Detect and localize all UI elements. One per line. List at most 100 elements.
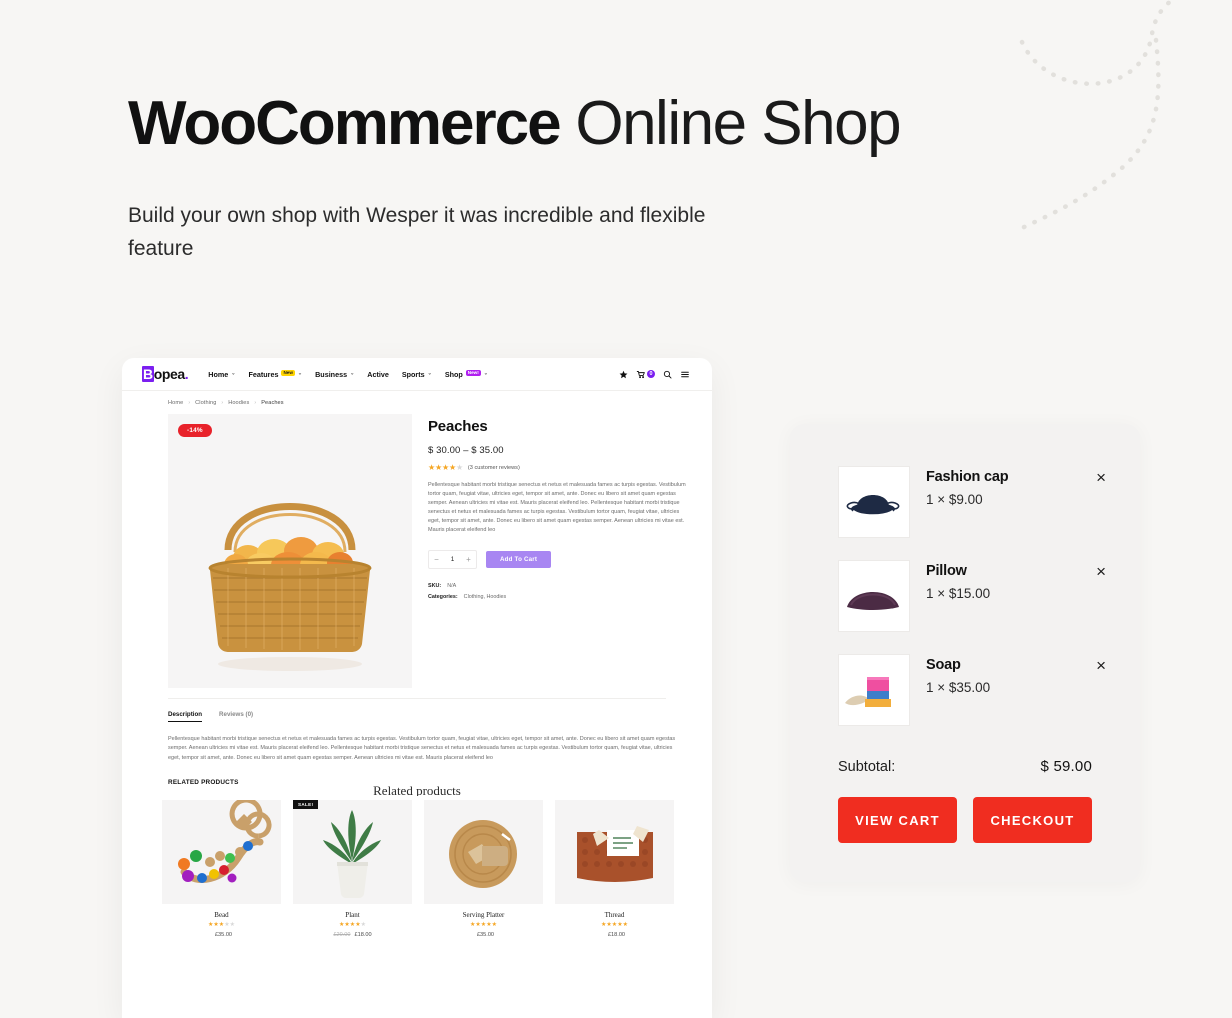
nav-badge-hot: New!: [465, 369, 481, 377]
hamburger-menu-icon[interactable]: [680, 370, 690, 379]
cart-item: Soap 1 × $35.00 ×: [838, 654, 1106, 726]
breadcrumb-separator: ›: [221, 400, 224, 406]
star-icon[interactable]: [619, 370, 628, 379]
shop-page-mockup: Bopea. Home ⌄ Features New ⌄ Business ⌄ …: [122, 358, 712, 1018]
cart-action-buttons: VIEW CART CHECKOUT: [790, 775, 1140, 843]
nav-item-business[interactable]: Business ⌄: [315, 370, 354, 379]
dotted-swoosh-decoration: [1019, 0, 1232, 230]
related-product-thumb[interactable]: [162, 800, 281, 905]
remove-item-icon[interactable]: ×: [1096, 466, 1106, 486]
related-product-rating: ★★★★★: [601, 922, 628, 929]
quantity-increase-button[interactable]: +: [461, 552, 476, 567]
cart-item-name[interactable]: Pillow: [926, 563, 1080, 579]
remove-item-icon[interactable]: ×: [1096, 560, 1106, 580]
logo-dot: .: [184, 366, 189, 382]
nav-item-active[interactable]: Active: [367, 370, 389, 379]
related-product-rating: ★★★★★: [208, 922, 235, 929]
mini-cart-panel: Fashion cap 1 × $9.00 × Pillow 1 × $15.0…: [790, 424, 1140, 882]
quantity-stepper[interactable]: − 1 +: [428, 550, 477, 570]
breadcrumb-separator: ›: [254, 400, 257, 406]
serving-platter-image: [449, 820, 517, 889]
site-logo[interactable]: Bopea.: [142, 366, 189, 382]
nav-label: Shop: [444, 369, 463, 379]
nav-item-features[interactable]: Features New ⌄: [248, 370, 302, 379]
cart-item-body: Pillow 1 × $15.00: [926, 560, 1080, 601]
hero-section: WooCommerce Online Shop Build your own s…: [128, 92, 988, 266]
cart-icon-wrap[interactable]: 0: [636, 370, 655, 379]
breadcrumb-item-home[interactable]: Home: [168, 400, 183, 406]
nav-links: Home ⌄ Features New ⌄ Business ⌄ Active …: [208, 370, 619, 379]
page-title: WooCommerce Online Shop: [128, 92, 988, 155]
quantity-value[interactable]: 1: [444, 556, 461, 563]
nav-item-sports[interactable]: Sports ⌄: [402, 370, 432, 379]
nav-item-home[interactable]: Home ⌄: [208, 370, 235, 379]
related-product-price: £18.00: [555, 932, 674, 938]
tab-description[interactable]: Description: [168, 711, 203, 722]
related-product-name: Plant: [345, 911, 360, 920]
subtotal-label: Subtotal:: [838, 759, 896, 775]
add-to-cart-button[interactable]: Add To Cart: [486, 551, 552, 569]
reviews-count-note[interactable]: (3 customer reviews): [468, 465, 520, 471]
page-title-light: Online Shop: [559, 89, 901, 158]
related-product-thumb[interactable]: [424, 800, 543, 905]
cart-item-thumb[interactable]: [838, 560, 910, 632]
cart-item: Fashion cap 1 × $9.00 ×: [838, 466, 1106, 538]
page-title-strong: WooCommerce: [128, 89, 562, 158]
related-product-rating: ★★★★★: [339, 922, 366, 929]
cart-icon: [636, 370, 645, 378]
related-product-card[interactable]: Bead ★★★★★ £35.00: [162, 800, 281, 938]
cart-item-quantity-price: 1 × $9.00: [926, 492, 983, 507]
related-product-thumb[interactable]: SALE!: [293, 800, 412, 905]
thread-blanket-image: [577, 826, 653, 883]
cart-item-body: Fashion cap 1 × $9.00: [926, 466, 1080, 507]
categories-label: Categories:: [428, 594, 458, 601]
search-icon[interactable]: [663, 370, 672, 379]
related-product-price: £20.00 £18.00: [293, 932, 412, 938]
chevron-down-icon: ⌄: [483, 370, 488, 377]
nav-item-shop[interactable]: Shop New! ⌄: [445, 370, 488, 379]
rating-stars: ★★★★★: [428, 463, 463, 472]
chevron-down-icon: ⌄: [427, 370, 432, 377]
related-product-current-price: £18.00: [354, 932, 372, 939]
cart-item-name[interactable]: Fashion cap: [926, 469, 1080, 485]
related-product-card[interactable]: SALE! Plant ★★★★★ £20.00 £18.00: [293, 800, 412, 938]
categories-value[interactable]: Clothing, Hoodies: [464, 594, 507, 600]
related-product-card[interactable]: Serving Platter ★★★★★ £35.00: [424, 800, 543, 938]
nav-label: Features: [248, 369, 279, 379]
checkout-button[interactable]: CHECKOUT: [973, 797, 1092, 843]
tab-panel-description: Pellentesque habitant morbi tristique se…: [168, 736, 676, 761]
related-product-thumb[interactable]: [555, 800, 674, 905]
product-detail: -14% Peaches $ 30.00 – $ 35.00 ★★★★★ (3 …: [122, 406, 712, 688]
breadcrumb-item-clothing[interactable]: Clothing: [195, 400, 216, 406]
sku-label: SKU:: [428, 583, 442, 590]
sku-value: N/A: [447, 583, 457, 590]
cart-item-thumb[interactable]: [838, 466, 910, 538]
product-gallery[interactable]: -14%: [168, 414, 412, 688]
fashion-cap-image: [846, 495, 900, 517]
related-product-price: £35.00: [424, 932, 543, 938]
remove-item-icon[interactable]: ×: [1096, 654, 1106, 674]
related-product-card[interactable]: Thread ★★★★★ £18.00: [555, 800, 674, 938]
nav-badge-new: New: [281, 369, 295, 377]
product-info: Peaches $ 30.00 – $ 35.00 ★★★★★ (3 custo…: [428, 414, 690, 688]
pillow-image: [847, 592, 899, 610]
cart-count-badge: 0: [647, 370, 655, 378]
nav-label: Active: [367, 369, 389, 379]
cart-item-thumb[interactable]: [838, 654, 910, 726]
related-product-price: £35.00: [162, 932, 281, 938]
product-tabs: Description Reviews (0): [122, 699, 712, 722]
breadcrumb-item-current: Peaches: [261, 400, 284, 406]
breadcrumb-item-hoodies[interactable]: Hoodies: [228, 400, 249, 406]
quantity-decrease-button[interactable]: −: [429, 552, 444, 567]
cart-item-name[interactable]: Soap: [926, 657, 1080, 673]
product-categories: Categories: Clothing, Hoodies: [428, 594, 690, 600]
chevron-down-icon: ⌄: [231, 370, 236, 377]
view-cart-button[interactable]: VIEW CART: [838, 797, 957, 843]
product-title: Peaches: [428, 418, 488, 435]
tab-reviews[interactable]: Reviews (0): [219, 711, 253, 722]
logo-text: opea: [153, 366, 185, 382]
subtotal-value: $ 59.00: [1040, 758, 1092, 775]
cart-item-body: Soap 1 × $35.00: [926, 654, 1080, 695]
related-product-current-price: £18.00: [607, 932, 626, 939]
chevron-down-icon: ⌄: [297, 370, 303, 377]
